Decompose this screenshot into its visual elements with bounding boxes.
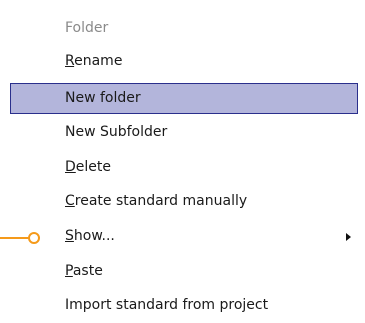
menu-item-label: New Subfolder bbox=[65, 124, 168, 140]
menu-item-new-folder[interactable]: New folder bbox=[10, 83, 358, 114]
menu-item-label: Create standard manually bbox=[65, 192, 247, 210]
menu-item-create-standard-manually[interactable]: Create standard manually bbox=[10, 186, 358, 217]
menu-item-import-standard-from-project[interactable]: Import standard from project bbox=[10, 290, 358, 321]
label-rest: ename bbox=[74, 53, 123, 69]
menu-item-label: Import standard from project bbox=[65, 297, 269, 313]
callout-connector-line bbox=[0, 237, 30, 239]
menu-item-label: Paste bbox=[65, 262, 103, 280]
context-menu: Folder Rename New folder New Subfolder D… bbox=[0, 0, 365, 323]
menu-item-delete[interactable]: Delete bbox=[10, 152, 358, 183]
menu-item-new-subfolder[interactable]: New Subfolder bbox=[10, 117, 358, 148]
label-rest: elete bbox=[75, 159, 111, 175]
mnemonic-letter: D bbox=[65, 159, 76, 175]
menu-item-label: Show... bbox=[65, 227, 115, 245]
menu-item-show[interactable]: Show... bbox=[10, 221, 358, 252]
menu-item-label: Folder bbox=[65, 20, 109, 36]
mnemonic-letter: S bbox=[65, 228, 74, 244]
mnemonic-letter: C bbox=[65, 193, 75, 209]
label-rest: aste bbox=[72, 263, 103, 279]
callout-connector-dot-icon bbox=[28, 232, 40, 244]
menu-header-folder: Folder bbox=[10, 13, 358, 44]
mnemonic-letter: R bbox=[65, 53, 75, 69]
menu-item-label: New folder bbox=[65, 90, 141, 106]
mnemonic-letter: P bbox=[65, 263, 73, 279]
label-rest: reate standard manually bbox=[74, 193, 248, 209]
menu-item-paste[interactable]: Paste bbox=[10, 256, 358, 287]
label-rest: how... bbox=[73, 228, 115, 244]
chevron-right-icon bbox=[346, 233, 351, 241]
menu-item-label: Delete bbox=[65, 158, 111, 176]
menu-item-rename[interactable]: Rename bbox=[10, 46, 358, 77]
menu-item-label: Rename bbox=[65, 52, 122, 70]
